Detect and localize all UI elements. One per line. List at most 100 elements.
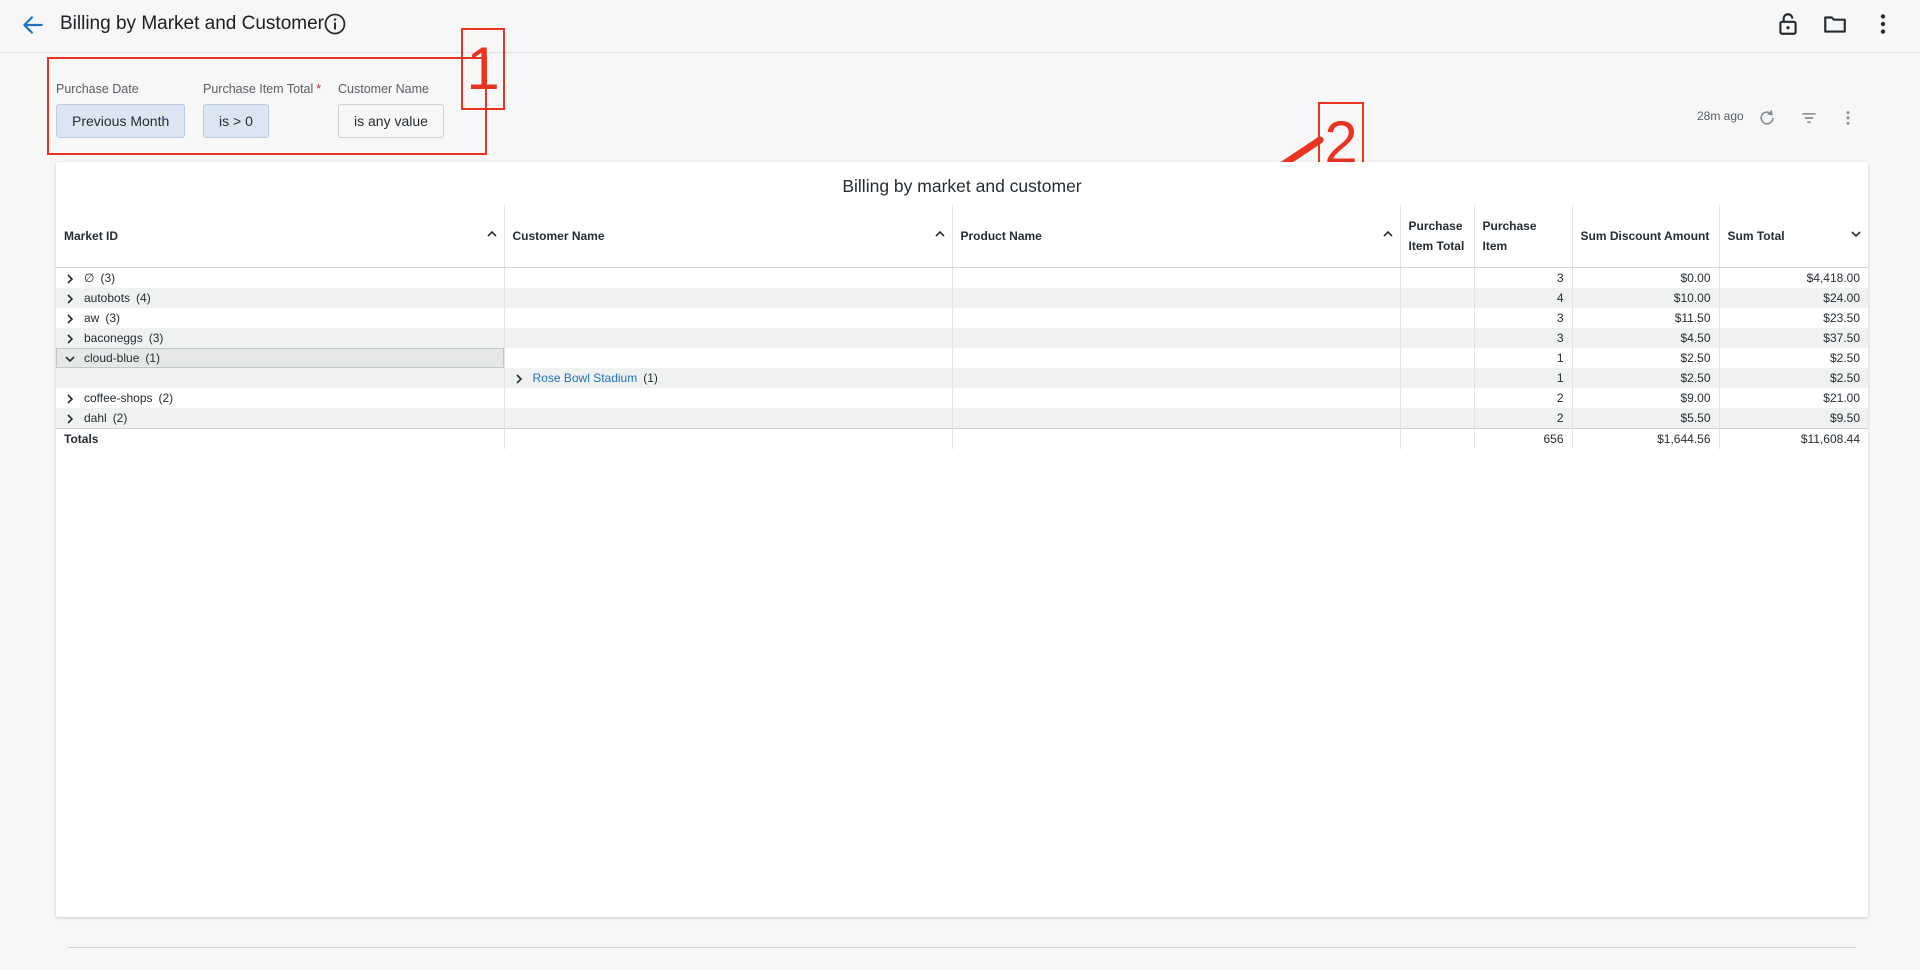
table-row: ∅ (3) 3 $0.00 $4,418.00 — [56, 267, 1868, 288]
column-header-customer-name[interactable]: Customer Name — [504, 205, 953, 268]
customer-name-cell — [504, 308, 953, 328]
purchase-item-cell: 3 — [1474, 308, 1573, 328]
chevron-right-icon[interactable] — [64, 273, 76, 285]
back-arrow-icon[interactable] — [20, 12, 46, 38]
table-header-row: Market ID Customer Name Product Name Pur… — [56, 205, 1868, 268]
customer-link[interactable]: Rose Bowl Stadium — [533, 371, 638, 385]
customer-name-cell — [504, 388, 953, 408]
market-id-cell[interactable]: aw (3) — [56, 308, 505, 328]
sum-total-total: $11,608.44 — [1719, 428, 1868, 449]
sum-discount-cell: $2.50 — [1572, 348, 1720, 368]
customer-name-cell — [504, 288, 953, 308]
table-row-expanded: cloud-blue (1) 1 $2.50 $2.50 — [56, 348, 1868, 368]
chevron-right-icon[interactable] — [64, 333, 76, 345]
column-header-sum-discount-amount[interactable]: Sum Discount Amount — [1572, 205, 1720, 268]
totals-label: Totals — [56, 428, 505, 449]
product-name-cell — [952, 408, 1401, 429]
customer-name-cell[interactable]: Rose Bowl Stadium (1) — [504, 368, 953, 388]
chevron-up-icon[interactable] — [1382, 228, 1394, 240]
column-header-purchase-item[interactable]: Purchase Item — [1474, 205, 1573, 268]
column-header-purchase-item-total[interactable]: Purchase Item Total — [1400, 205, 1475, 268]
market-id-cell[interactable]: ∅ (3) — [56, 267, 505, 288]
table-title: Billing by market and customer — [842, 176, 1082, 196]
info-icon[interactable] — [323, 12, 347, 36]
purchase-item-cell: 2 — [1474, 388, 1573, 408]
purchase-item-cell: 3 — [1474, 328, 1573, 348]
product-name-cell — [952, 267, 1401, 288]
table-row: dahl (2) 2 $5.50 $9.50 — [56, 408, 1868, 429]
table-card: Billing by market and customer Market ID… — [56, 162, 1868, 917]
sum-total-cell: $24.00 — [1719, 288, 1868, 308]
purchase-item-cell: 1 — [1474, 368, 1573, 388]
chevron-down-icon[interactable] — [64, 353, 76, 365]
last-updated-text: 28m ago — [1697, 109, 1744, 123]
purchase-item-total-cell — [1400, 328, 1475, 348]
market-id-cell[interactable]: cloud-blue (1) — [56, 348, 505, 368]
column-header-market-id[interactable]: Market ID — [56, 205, 505, 268]
refresh-icon[interactable] — [1757, 108, 1777, 128]
billing-table: Market ID Customer Name Product Name Pur… — [56, 205, 1868, 449]
customer-name-cell — [504, 267, 953, 288]
chevron-right-icon[interactable] — [64, 393, 76, 405]
sum-discount-total: $1,644.56 — [1572, 428, 1720, 449]
purchase-item-total-cell — [1400, 348, 1475, 368]
product-name-cell — [952, 328, 1401, 348]
purchase-item-cell: 2 — [1474, 408, 1573, 429]
chevron-right-icon[interactable] — [64, 293, 76, 305]
column-header-product-name[interactable]: Product Name — [952, 205, 1401, 268]
chevron-up-icon[interactable] — [486, 228, 498, 240]
customer-name-cell — [504, 348, 953, 368]
market-id-cell[interactable]: coffee-shops (2) — [56, 388, 505, 408]
purchase-item-total: 656 — [1474, 428, 1573, 449]
footer-divider — [68, 947, 1856, 948]
chevron-right-icon[interactable] — [64, 313, 76, 325]
chevron-down-icon[interactable] — [1850, 228, 1862, 240]
page-header: Billing by Market and Customer — [0, 0, 1920, 53]
purchase-item-total-cell — [1400, 288, 1475, 308]
folder-icon[interactable] — [1822, 11, 1848, 37]
more-vertical-icon[interactable] — [1870, 11, 1896, 37]
market-id-cell[interactable]: autobots (4) — [56, 288, 505, 308]
purchase-item-total-cell — [1400, 428, 1475, 449]
customer-name-cell — [504, 428, 953, 449]
chevron-right-icon[interactable] — [64, 413, 76, 425]
column-header-sum-total[interactable]: Sum Total — [1719, 205, 1868, 268]
filter-icon[interactable] — [1799, 108, 1819, 128]
table-row-child: Rose Bowl Stadium (1) 1 $2.50 $2.50 — [56, 368, 1868, 388]
page-title: Billing by Market and Customer — [60, 13, 324, 34]
product-name-cell — [952, 308, 1401, 328]
sum-discount-cell: $4.50 — [1572, 328, 1720, 348]
chevron-right-icon[interactable] — [513, 373, 525, 385]
sum-total-cell: $37.50 — [1719, 328, 1868, 348]
purchase-item-total-cell — [1400, 388, 1475, 408]
sum-discount-cell: $9.00 — [1572, 388, 1720, 408]
lock-open-icon[interactable] — [1775, 11, 1801, 37]
sum-discount-cell: $10.00 — [1572, 288, 1720, 308]
sum-discount-cell: $5.50 — [1572, 408, 1720, 429]
purchase-item-cell: 3 — [1474, 267, 1573, 288]
product-name-cell — [952, 348, 1401, 368]
product-name-cell — [952, 428, 1401, 449]
purchase-item-cell: 1 — [1474, 348, 1573, 368]
annotation-box-1 — [47, 57, 487, 155]
table-row: coffee-shops (2) 2 $9.00 $21.00 — [56, 388, 1868, 408]
sum-discount-cell: $11.50 — [1572, 308, 1720, 328]
product-name-cell — [952, 388, 1401, 408]
customer-name-cell — [504, 408, 953, 429]
market-id-cell[interactable]: dahl (2) — [56, 408, 505, 429]
table-row: autobots (4) 4 $10.00 $24.00 — [56, 288, 1868, 308]
table-row: aw (3) 3 $11.50 $23.50 — [56, 308, 1868, 328]
sum-total-cell: $2.50 — [1719, 368, 1868, 388]
sum-total-cell: $4,418.00 — [1806, 271, 1860, 285]
chevron-up-icon[interactable] — [934, 228, 946, 240]
purchase-item-total-cell — [1400, 368, 1475, 388]
totals-row: Totals 656 $1,644.56 $11,608.44 — [56, 428, 1868, 449]
sum-total-cell: $2.50 — [1829, 351, 1860, 365]
market-id-cell[interactable]: baconeggs (3) — [56, 328, 505, 348]
purchase-item-cell: 4 — [1474, 288, 1573, 308]
sum-total-cell: $21.00 — [1823, 391, 1860, 405]
market-id-cell — [56, 368, 505, 388]
purchase-item-total-cell — [1400, 308, 1475, 328]
more-vertical-icon[interactable] — [1838, 108, 1858, 128]
sum-discount-cell: $0.00 — [1572, 267, 1720, 288]
